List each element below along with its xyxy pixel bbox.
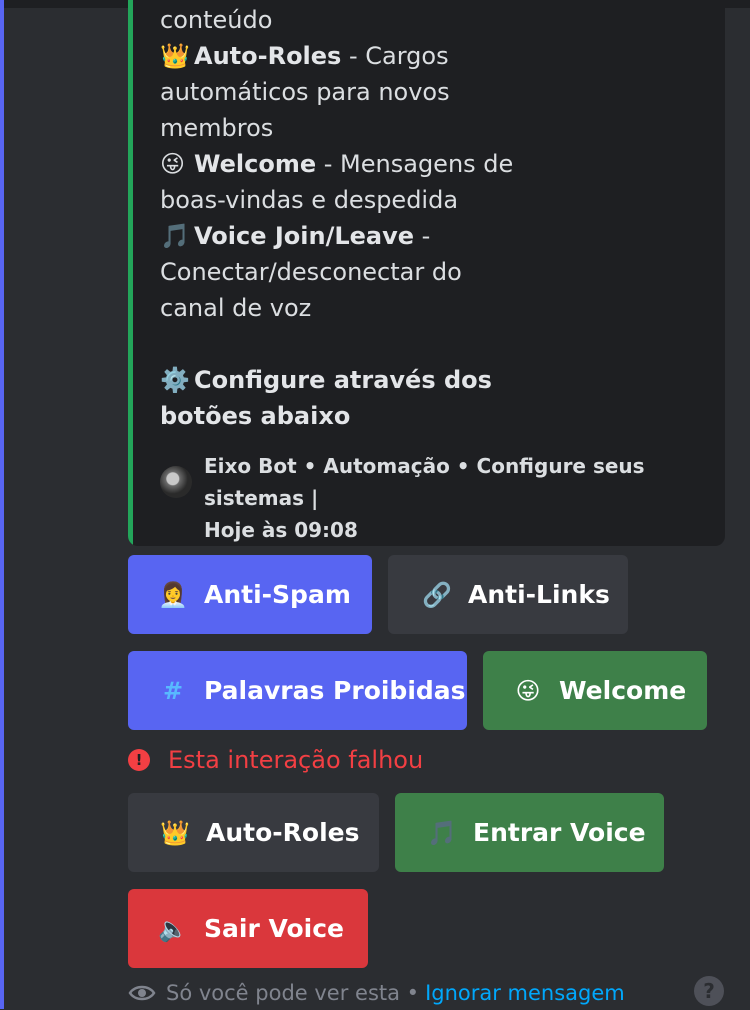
anti-spam-label: Anti-Spam bbox=[204, 580, 351, 609]
embed-spacer bbox=[160, 326, 540, 362]
link-icon: 🔗 bbox=[422, 580, 452, 609]
feature-emoji-icon: ⚙️ bbox=[160, 366, 190, 394]
feature-description: - Cargos bbox=[341, 42, 449, 70]
palavras-proibidas-label: Palavras Proibidas bbox=[204, 676, 466, 705]
feature-description: - Mensagens de bbox=[316, 150, 514, 178]
error-text: Esta interação falhou bbox=[168, 746, 424, 774]
help-icon[interactable]: ? bbox=[694, 976, 724, 1006]
message-highlight-bar bbox=[0, 0, 4, 1009]
shield-user-icon: 👩‍💼 bbox=[158, 580, 188, 609]
anti-links-button[interactable]: 🔗 Anti-Links bbox=[388, 555, 628, 634]
feature-name: Configure através dos bbox=[194, 366, 492, 394]
footer-text: Eixo Bot • Automação • Configure seus si… bbox=[204, 450, 724, 546]
embed-text-line: Conectar/desconectar do bbox=[160, 258, 462, 286]
welcome-label: Welcome bbox=[559, 676, 687, 705]
embed-feature-line: ⚙️ Configure através dos bbox=[160, 362, 540, 398]
ephemeral-text: Só você pode ver esta • bbox=[166, 981, 420, 1005]
sair-voice-button[interactable]: 🔈 Sair Voice bbox=[128, 889, 368, 968]
crown-icon: 👑 bbox=[160, 818, 190, 847]
feature-emoji-icon: 🎵 bbox=[160, 222, 190, 250]
speaker-icon: 🔈 bbox=[158, 914, 188, 943]
music-note-icon: 🎵 bbox=[427, 818, 457, 847]
embed-text-line: canal de voz bbox=[160, 294, 312, 322]
hashtag-icon: # bbox=[162, 676, 184, 705]
dismiss-message-link[interactable]: Ignorar mensagem bbox=[425, 981, 625, 1005]
bot-avatar-icon[interactable] bbox=[160, 466, 192, 498]
embed-accent-bar bbox=[128, 0, 133, 546]
anti-links-label: Anti-Links bbox=[468, 580, 610, 609]
embed-text-line: conteúdo bbox=[160, 6, 273, 34]
embed-text-line: membros bbox=[160, 114, 274, 142]
footer-line-1: Eixo Bot • Automação • Configure seus si… bbox=[204, 454, 645, 510]
feature-emoji-icon: 👑 bbox=[160, 42, 190, 70]
feature-name: Welcome bbox=[194, 150, 317, 178]
feature-emoji-icon: 😜 bbox=[160, 150, 186, 178]
winking-face-icon: 😜 bbox=[515, 676, 541, 705]
embed-feature-line: 👑 Auto-Roles - Cargos bbox=[160, 38, 540, 74]
palavras-proibidas-button[interactable]: # Palavras Proibidas bbox=[128, 651, 467, 730]
auto-roles-button[interactable]: 👑 Auto-Roles bbox=[128, 793, 379, 872]
footer-line-2: Hoje às 09:08 bbox=[204, 518, 358, 542]
feature-name: Voice Join/Leave bbox=[194, 222, 415, 250]
interaction-error: ! Esta interação falhou bbox=[128, 742, 423, 778]
feature-description: - bbox=[414, 222, 431, 250]
entrar-voice-label: Entrar Voice bbox=[473, 818, 646, 847]
welcome-button[interactable]: 😜 Welcome bbox=[483, 651, 707, 730]
sair-voice-label: Sair Voice bbox=[204, 914, 344, 943]
embed-text-line: automáticos para novos bbox=[160, 78, 450, 106]
embed-feature-line: 🎵 Voice Join/Leave - bbox=[160, 218, 540, 254]
error-icon: ! bbox=[128, 749, 150, 771]
bot-embed: conteúdo 👑 Auto-Roles - Cargos automáticos … bbox=[128, 0, 725, 546]
entrar-voice-button[interactable]: 🎵 Entrar Voice bbox=[395, 793, 664, 872]
embed-bold-text: botões abaixo bbox=[160, 402, 351, 430]
embed-feature-line: 😜 Welcome - Mensagens de bbox=[160, 146, 540, 182]
auto-roles-label: Auto-Roles bbox=[206, 818, 360, 847]
ephemeral-notice: Só você pode ver esta • Ignorar mensagem bbox=[128, 976, 625, 1010]
embed-text-line: boas-vindas e despedida bbox=[160, 186, 459, 214]
feature-name: Auto-Roles bbox=[194, 42, 342, 70]
eye-icon bbox=[128, 983, 156, 1003]
anti-spam-button[interactable]: 👩‍💼 Anti-Spam bbox=[128, 555, 372, 634]
embed-bold-line: botões abaixo bbox=[160, 398, 540, 434]
embed-description: conteúdo 👑 Auto-Roles - Cargos automáticos … bbox=[160, 2, 540, 434]
